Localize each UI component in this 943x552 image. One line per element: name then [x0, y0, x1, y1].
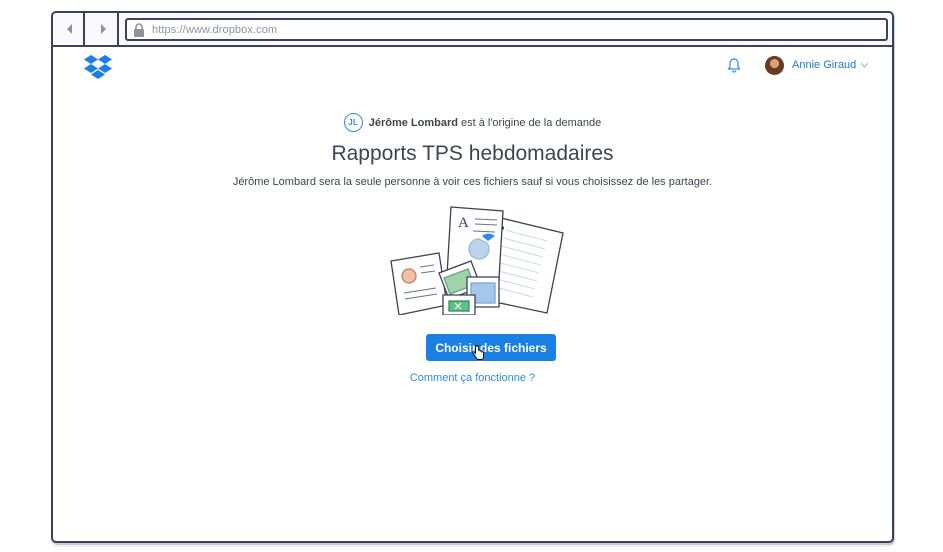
page-description: Jérôme Lombard sera la seule personne à …: [232, 176, 713, 188]
user-name: Annie Giraud: [792, 59, 857, 71]
back-button[interactable]: [61, 13, 78, 45]
chevron-right-icon: [100, 24, 106, 34]
page-title: Rapports TPS hebdomadaires: [331, 142, 614, 165]
lock-icon: [134, 22, 144, 37]
url-text: https://www.dropbox.com: [152, 23, 278, 36]
user-menu[interactable]: Annie Giraud: [765, 54, 869, 76]
choose-files-button[interactable]: Choisir des fichiers: [426, 334, 556, 361]
forward-button[interactable]: [94, 13, 111, 45]
requester-suffix: est à l'origine de la demande: [460, 116, 602, 129]
requester-line: JL Jérôme Lombard est à l'origine de la …: [53, 113, 892, 132]
toolbar-divider: [83, 13, 85, 45]
requester-avatar: JL: [343, 113, 363, 132]
svg-text:A: A: [458, 215, 469, 231]
avatar: [765, 55, 784, 75]
help-link[interactable]: Comment ça fonctionne ?: [53, 372, 892, 384]
browser-window: https://www.dropbox.com Annie Giraud JL …: [51, 11, 894, 543]
app-header: Annie Giraud: [53, 49, 892, 89]
chevron-left-icon: [66, 24, 72, 34]
chevron-down-icon: [861, 62, 869, 68]
toolbar-divider: [117, 13, 119, 45]
address-bar[interactable]: https://www.dropbox.com: [125, 18, 888, 41]
hand-cursor-icon: [472, 344, 484, 360]
browser-toolbar: https://www.dropbox.com: [53, 13, 892, 47]
bell-icon[interactable]: [726, 57, 742, 73]
files-illustration: A: [390, 206, 564, 315]
dropbox-logo-icon[interactable]: [83, 54, 113, 82]
requester-name: Jérôme Lombard: [368, 116, 458, 129]
